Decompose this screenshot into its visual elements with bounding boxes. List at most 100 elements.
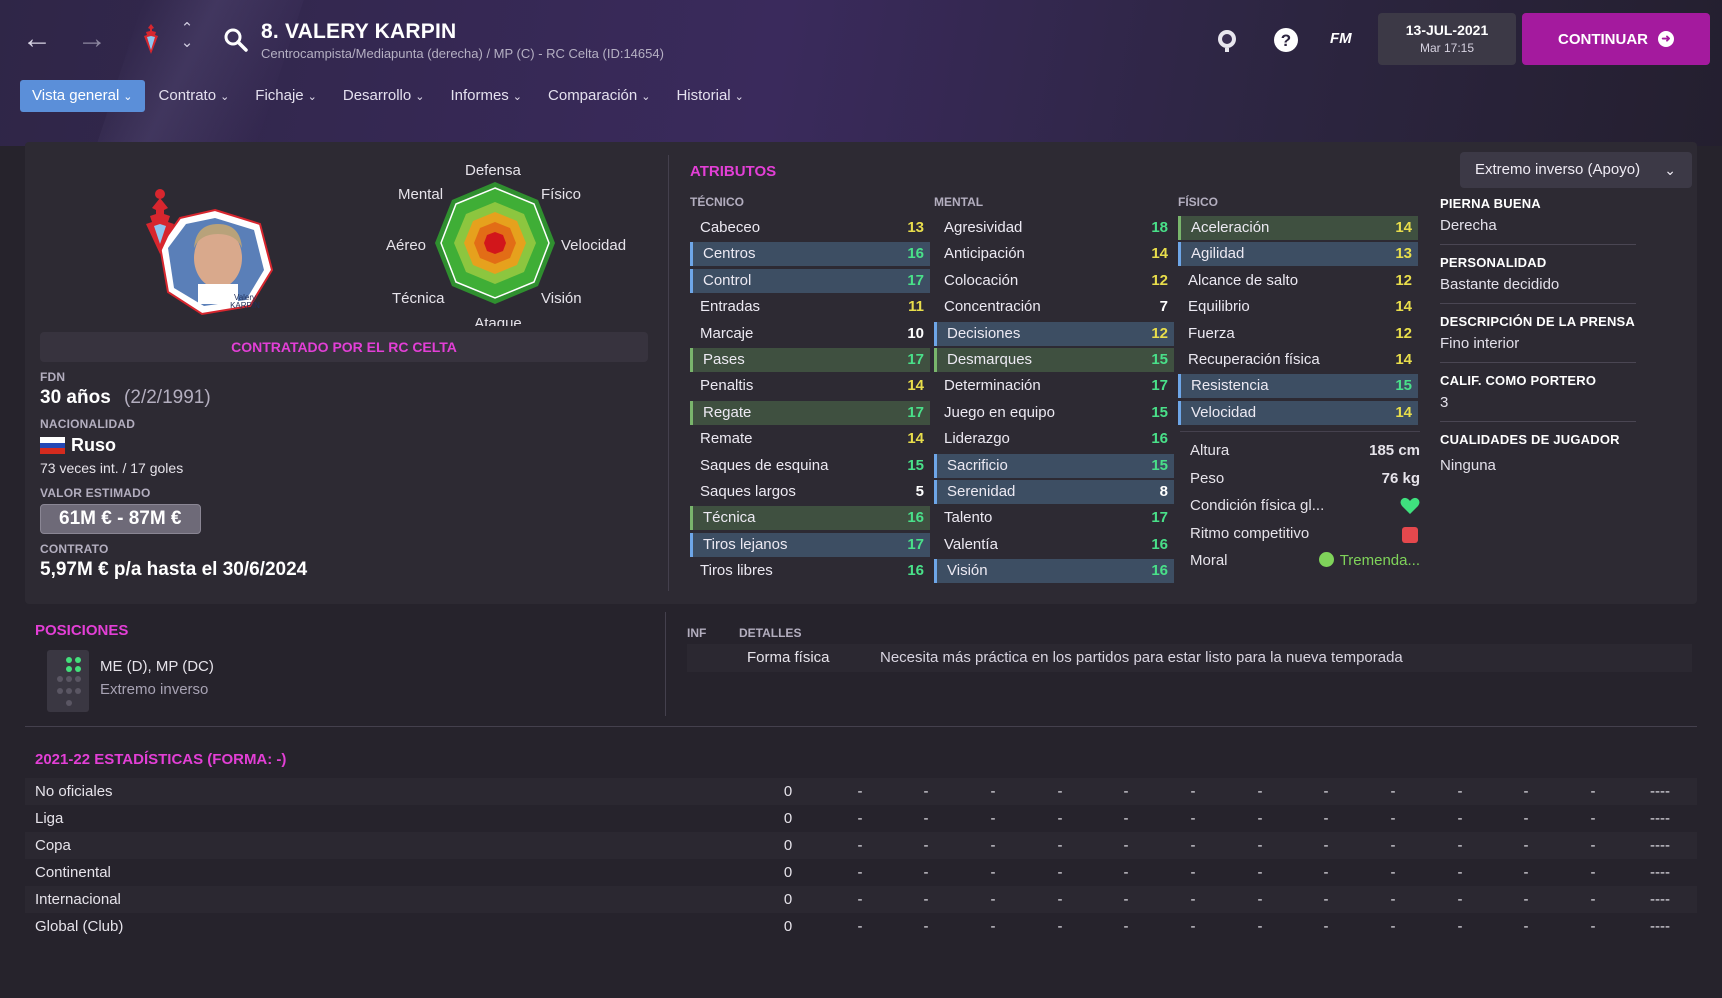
value-badge: 61M € - 87M € (40, 504, 201, 534)
stats-cell: - (1257, 918, 1263, 935)
chevron-down-icon: ⌄ (734, 91, 744, 103)
tab-informes[interactable]: Informes ⌄ (438, 80, 534, 112)
tab-desarrollo[interactable]: Desarrollo ⌄ (331, 80, 437, 112)
continue-button[interactable]: CONTINUAR ➜ (1522, 13, 1710, 65)
role-dropdown-value: Extremo inverso (Apoyo) (1475, 161, 1641, 178)
mental-attribute-row[interactable]: Talento 17 (934, 506, 1174, 530)
mental-attribute-row[interactable]: Visión 16 (934, 559, 1174, 584)
attribute-value: 17 (907, 403, 924, 421)
attribute-value: 17 (907, 535, 924, 553)
search-icon[interactable] (222, 26, 250, 54)
world-icon[interactable] (1213, 26, 1241, 54)
mental-attribute-row[interactable]: Liderazgo 16 (934, 427, 1174, 451)
technical-attribute-row[interactable]: Pases 17 (690, 348, 930, 372)
stats-table: No oficiales 0- - - - - - - - - - - - ---- Liga 0- - - - - -… (25, 778, 1697, 940)
mental-attribute-row[interactable]: Anticipación 14 (934, 242, 1174, 266)
technical-attribute-row[interactable]: Regate 17 (690, 400, 930, 425)
club-crest-icon[interactable] (140, 22, 162, 56)
physical-attribute-row[interactable]: Recuperación física 14 (1178, 348, 1418, 372)
stats-cell: - (1590, 918, 1596, 935)
contracted-by-banner: CONTRATADO POR EL RC CELTA (40, 332, 648, 362)
attribute-name: Desmarques (947, 351, 1033, 368)
tab-contrato[interactable]: Contrato ⌄ (147, 80, 242, 112)
stats-cell: - (990, 864, 996, 881)
morale-value: Tremenda... (1318, 547, 1420, 574)
role-dropdown[interactable]: Extremo inverso (Apoyo) ⌄ (1460, 152, 1692, 188)
stats-cell: - (1523, 783, 1529, 800)
mental-attribute-row[interactable]: Concentración 7 (934, 295, 1174, 319)
physical-attribute-row[interactable]: Aceleración 14 (1178, 216, 1418, 240)
technical-attribute-row[interactable]: Cabeceo 13 (690, 216, 930, 240)
stats-row[interactable]: Continental 0- - - - - - - - - - - - ---- (25, 859, 1697, 886)
morale-text: Tremenda... (1339, 552, 1420, 569)
physical-attribute-row[interactable]: Equilibrio 14 (1178, 295, 1418, 319)
sharpness-warning-icon[interactable] (1402, 527, 1418, 543)
technical-attribute-row[interactable]: Penaltis 14 (690, 374, 930, 398)
detail-row[interactable]: Forma física Necesita más práctica en lo… (687, 644, 1692, 672)
mental-attribute-row[interactable]: Juego en equipo 15 (934, 401, 1174, 425)
mental-attribute-row[interactable]: Sacrificio 15 (934, 453, 1174, 478)
tab-vista-general[interactable]: Vista general ⌄ (20, 80, 145, 112)
technical-attribute-row[interactable]: Entradas 11 (690, 295, 930, 319)
tab-historial[interactable]: Historial ⌄ (664, 80, 755, 112)
technical-attribute-row[interactable]: Tiros lejanos 17 (690, 532, 930, 557)
attribute-name: Sacrificio (947, 456, 1008, 474)
technical-attribute-row[interactable]: Remate 14 (690, 427, 930, 451)
height-row: Altura 185 cm (1190, 437, 1420, 464)
mental-attribute-row[interactable]: Valentía 16 (934, 533, 1174, 557)
date-box[interactable]: 13-JUL-2021 Mar 17:15 (1378, 13, 1516, 65)
back-arrow-icon[interactable]: ← (20, 24, 54, 58)
stats-cell: - (1590, 783, 1596, 800)
mental-attribute-row[interactable]: Decisiones 12 (934, 321, 1174, 346)
condition-label: Condición física gl... (1190, 497, 1325, 514)
fm-logo[interactable]: FM (1330, 30, 1352, 47)
current-time: Mar 17:15 (1419, 41, 1475, 55)
technical-attribute-row[interactable]: Saques de esquina 15 (690, 454, 930, 478)
radar-label-top: Defensa (465, 162, 521, 179)
tab-label: Contrato (158, 87, 217, 104)
technical-attribute-row[interactable]: Control 17 (690, 268, 930, 293)
attribute-value: 14 (1395, 298, 1412, 316)
technical-attribute-row[interactable]: Centros 16 (690, 242, 930, 267)
age-value: 30 años (40, 387, 111, 408)
chevron-down-icon: ⌄ (307, 91, 317, 103)
technical-attribute-row[interactable]: Tiros libres 16 (690, 559, 930, 583)
mental-attribute-row[interactable]: Colocación 12 (934, 269, 1174, 293)
technical-attribute-row[interactable]: Técnica 16 (690, 506, 930, 531)
physical-attribute-row[interactable]: Velocidad 14 (1178, 400, 1418, 425)
stats-cell: - (1390, 918, 1396, 935)
attribute-value: 17 (1151, 377, 1168, 395)
stats-cell: - (923, 837, 929, 854)
up-down-icon[interactable]: ⌃ ⌄ (178, 21, 196, 50)
mental-attribute-row[interactable]: Agresividad 18 (934, 216, 1174, 240)
stats-row[interactable]: Copa 0- - - - - - - - - - - - ---- (25, 832, 1697, 859)
physical-attribute-row[interactable]: Alcance de salto 12 (1178, 269, 1418, 293)
stats-row[interactable]: No oficiales 0- - - - - - - - - - - - ---- (25, 778, 1697, 805)
value-label: VALOR ESTIMADO (40, 486, 151, 500)
tab-comparacion[interactable]: Comparación ⌄ (536, 80, 662, 112)
stats-row[interactable]: Liga 0- - - - - - - - - - - - ---- (25, 805, 1697, 832)
stats-row[interactable]: Internacional 0- - - - - - - - - - - - ---- (25, 886, 1697, 913)
mental-attribute-row[interactable]: Determinación 17 (934, 374, 1174, 398)
help-icon[interactable]: ? (1272, 26, 1300, 54)
attribute-value: 14 (907, 430, 924, 448)
chevron-down-icon: ⌄ (123, 91, 133, 103)
tab-fichaje[interactable]: Fichaje ⌄ (243, 80, 329, 112)
heart-icon[interactable] (1400, 497, 1420, 515)
physical-attribute-row[interactable]: Resistencia 15 (1178, 374, 1418, 399)
physical-attribute-row[interactable]: Agilidad 13 (1178, 242, 1418, 267)
attribute-name: Entradas (700, 298, 761, 316)
forward-arrow-icon[interactable]: → (75, 24, 109, 58)
info-value: Ninguna (1440, 457, 1496, 474)
technical-attribute-row[interactable]: Saques largos 5 (690, 480, 930, 504)
physical-attribute-row[interactable]: Fuerza 12 (1178, 322, 1418, 346)
stats-row-label: Liga (35, 810, 64, 827)
divider (665, 612, 666, 716)
technical-attribute-row[interactable]: Marcaje 10 (690, 322, 930, 346)
stats-cell: - (1057, 864, 1063, 881)
stats-row[interactable]: Global (Club) 0- - - - - - - - - - - - ---- (25, 913, 1697, 940)
mental-attribute-row[interactable]: Desmarques 15 (934, 348, 1174, 372)
russia-flag-icon (40, 437, 65, 454)
attribute-name: Concentración (944, 298, 1041, 316)
mental-attribute-row[interactable]: Serenidad 8 (934, 480, 1174, 504)
